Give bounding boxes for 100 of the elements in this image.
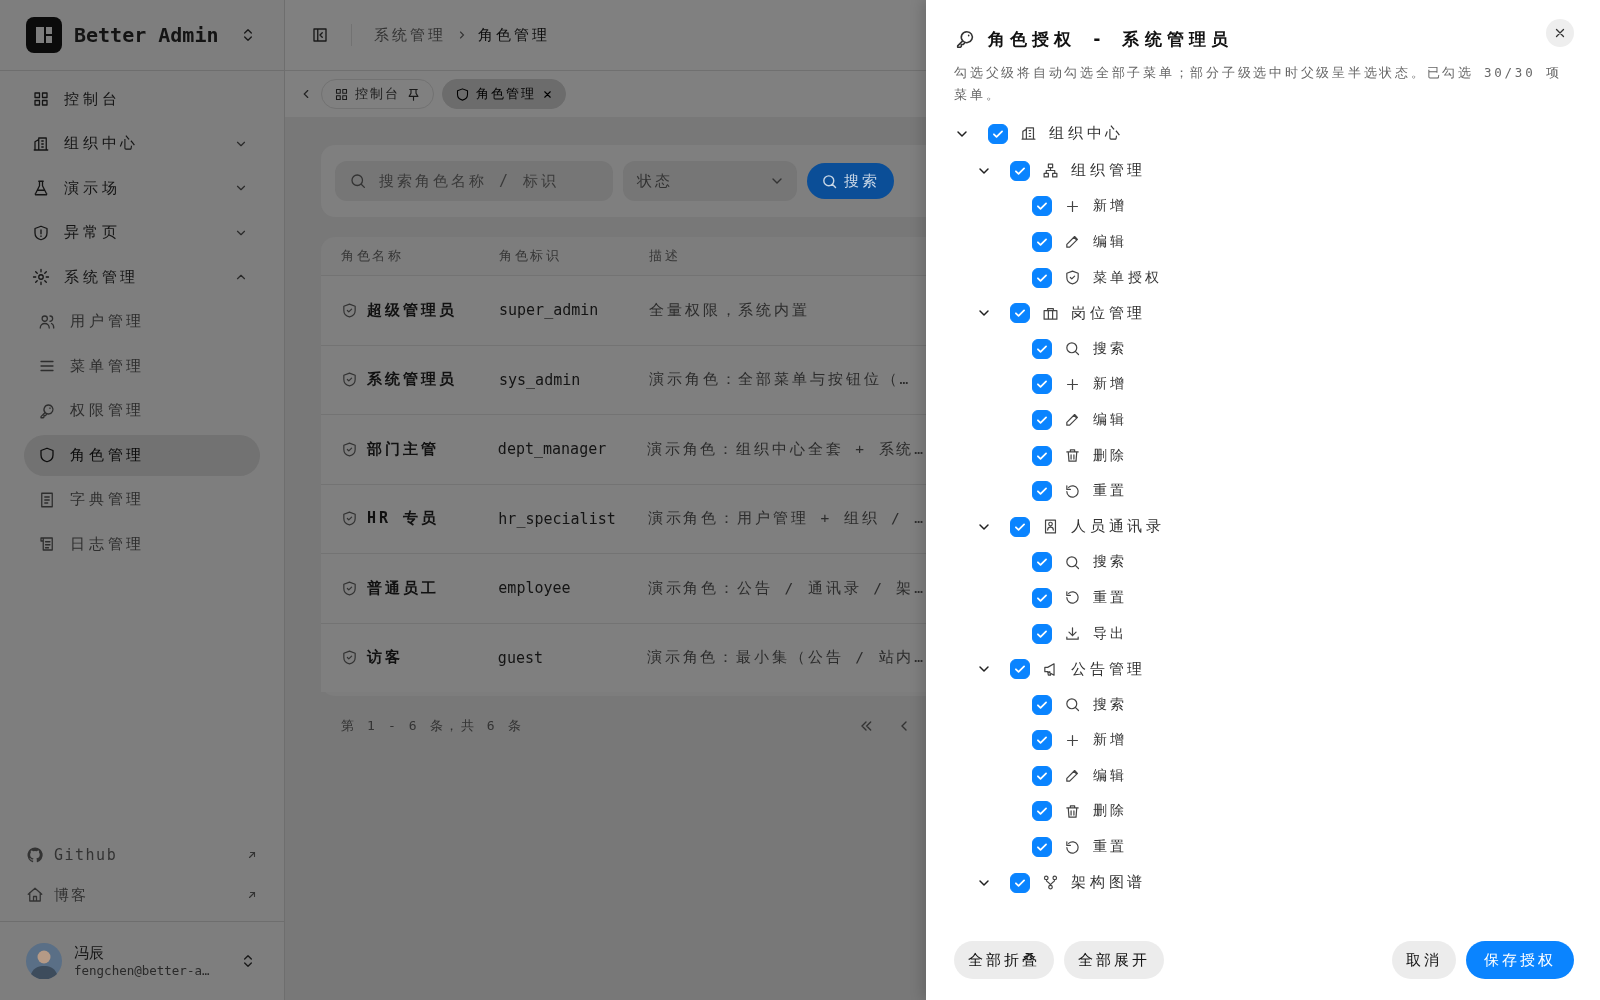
menu-item[interactable]: 系统管理: [24, 257, 260, 298]
search-button[interactable]: 搜索: [807, 163, 894, 199]
checkbox[interactable]: [1032, 196, 1052, 217]
rotate-arrow-icon: [1064, 589, 1081, 607]
drawer-title: 角色授权 - 系统管理员: [988, 27, 1234, 51]
contact-card-icon: [1042, 518, 1059, 536]
tree-label: 菜单授权: [1093, 268, 1163, 287]
search-icon: [1064, 553, 1081, 571]
checkbox[interactable]: [1010, 160, 1030, 181]
grid-icon: [334, 86, 349, 102]
checkbox[interactable]: [1032, 374, 1052, 395]
status-select[interactable]: 状态: [623, 161, 797, 201]
trash-icon: [1064, 447, 1081, 465]
checkbox[interactable]: [1032, 694, 1052, 715]
checkbox[interactable]: [1010, 659, 1030, 680]
drawer-description: 勾选父级将自动勾选全部子菜单；部分子级选中时父级呈半选状态。已勾选 30/30 项菜单。: [954, 64, 1563, 104]
checkbox[interactable]: [1032, 765, 1052, 786]
checkbox[interactable]: [1032, 232, 1052, 252]
menu-item[interactable]: 异常页: [24, 212, 260, 253]
rotate-arrow-icon: [1064, 482, 1081, 500]
tree-label: 重置: [1093, 482, 1128, 501]
checkbox[interactable]: [1032, 801, 1052, 822]
tree-label: 新增: [1093, 731, 1128, 750]
shield-check-icon: [341, 440, 358, 458]
cancel-button[interactable]: 取消: [1392, 941, 1456, 979]
table-cell: 系统管理员: [367, 370, 457, 390]
menu-item[interactable]: 演示场: [24, 168, 260, 209]
shield-icon: [454, 86, 470, 102]
users-icon: [38, 312, 56, 331]
table-cell: 超级管理员: [367, 300, 457, 320]
menu-item[interactable]: 权限管理: [24, 390, 260, 431]
checkbox[interactable]: [1032, 409, 1052, 430]
shield-check-icon: [341, 301, 358, 319]
hierarchy-icon: [1042, 162, 1059, 180]
settings-icon: [32, 268, 50, 287]
tree-label: 公告管理: [1071, 659, 1146, 679]
building-icon: [32, 134, 50, 153]
breadcrumb-item[interactable]: 系统管理: [374, 25, 446, 45]
table-cell-text: dept_manager: [497, 440, 608, 459]
nodes-icon: [1042, 874, 1059, 892]
checkbox[interactable]: [1032, 587, 1052, 608]
menu-item[interactable]: 菜单管理: [24, 346, 260, 387]
close-icon[interactable]: [541, 88, 553, 100]
pencil-icon: [1064, 767, 1081, 785]
tree-toggle-button[interactable]: 全部折叠: [954, 941, 1054, 979]
github-icon: [26, 846, 44, 864]
search-input[interactable]: 搜索角色名称 / 标识: [377, 171, 591, 191]
checkbox[interactable]: [988, 123, 1008, 144]
page-tab[interactable]: 角色管理: [441, 79, 566, 109]
table-cell: 演示角色：组织中心全套 + 系统…: [646, 439, 926, 459]
avatar: [26, 943, 62, 979]
checkbox[interactable]: [1032, 338, 1052, 359]
tree-label: 搜索: [1093, 695, 1128, 714]
external-link[interactable]: Github: [26, 839, 258, 871]
building-icon: [1020, 125, 1037, 142]
close-icon: [1553, 26, 1567, 40]
checkbox[interactable]: [1010, 516, 1030, 537]
checkbox[interactable]: [1032, 730, 1052, 751]
checkbox[interactable]: [1032, 623, 1052, 644]
menu-item[interactable]: 组织中心: [24, 123, 260, 164]
tree-label: 组织中心: [1049, 124, 1124, 143]
checkbox[interactable]: [1010, 303, 1030, 324]
checkbox[interactable]: [1032, 267, 1052, 288]
search-icon: [821, 172, 838, 190]
sidebar-toggle-icon[interactable]: [311, 26, 329, 44]
external-link[interactable]: 博客: [26, 879, 258, 911]
tree-label: 新增: [1093, 197, 1128, 216]
shield-alert-icon: [32, 223, 50, 242]
pagination-summary: 第 1 - 6 条，共 6 条: [341, 717, 524, 735]
shield-icon: [38, 446, 56, 465]
search-field[interactable]: 搜索角色名称 / 标识: [335, 161, 613, 201]
tree-toggle-button[interactable]: 全部展开: [1064, 941, 1164, 979]
checkbox[interactable]: [1032, 552, 1052, 573]
checkbox[interactable]: [1010, 872, 1030, 893]
grid-icon: [32, 90, 50, 109]
pin-icon[interactable]: [405, 86, 421, 102]
table-cell-text: employee: [498, 579, 572, 598]
shield-check-icon: [341, 371, 358, 389]
table-cell-text: sys_admin: [499, 370, 582, 389]
menu-item[interactable]: 日志管理: [24, 524, 260, 565]
tree-label: 导出: [1093, 624, 1128, 643]
save-button[interactable]: 保存授权: [1466, 941, 1574, 979]
tree-label: 人员通讯录: [1071, 517, 1165, 537]
flask-icon: [32, 179, 50, 198]
menu-item[interactable]: 角色管理: [24, 435, 260, 476]
pencil-icon: [1064, 233, 1081, 251]
menu-item[interactable]: 控制台: [24, 79, 260, 120]
tree-label: 架构图谱: [1071, 873, 1146, 893]
column-header: 角色名称: [341, 247, 405, 265]
table-cell: 全量权限，系统内置: [649, 300, 811, 320]
checkbox[interactable]: [1032, 837, 1052, 858]
checkbox[interactable]: [1032, 445, 1052, 466]
menu-item[interactable]: 用户管理: [24, 301, 260, 342]
checkbox[interactable]: [1032, 481, 1052, 502]
log-icon: [38, 535, 56, 554]
menu-item[interactable]: 字典管理: [24, 479, 260, 520]
shield-check-icon: [341, 579, 358, 597]
table-cell: 部门主管: [367, 439, 439, 459]
rotate-arrow-icon: [1064, 838, 1081, 856]
close-button[interactable]: [1546, 19, 1574, 47]
